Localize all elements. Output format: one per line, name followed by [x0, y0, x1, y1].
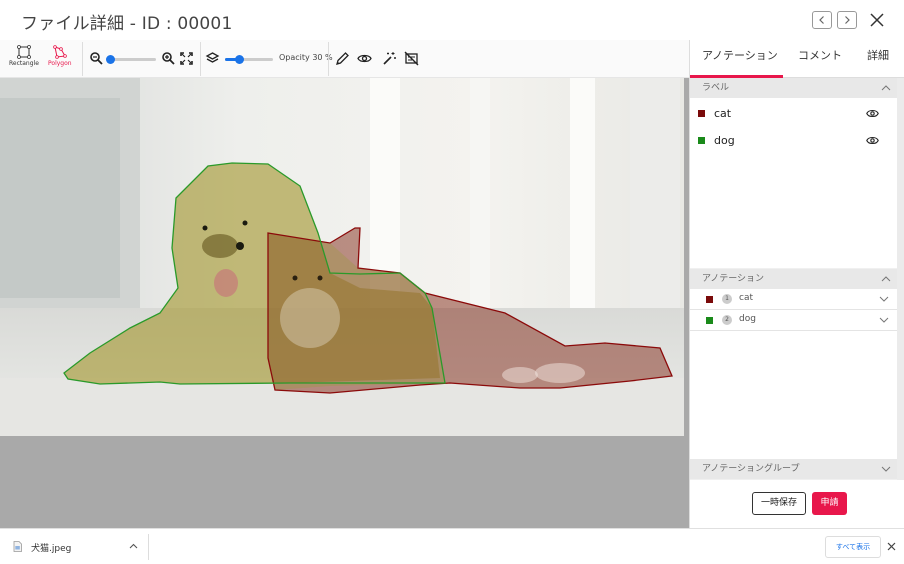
annotation-number: 1 — [722, 294, 732, 304]
eye-icon[interactable] — [866, 108, 879, 119]
chevron-down-icon[interactable] — [879, 294, 889, 304]
polygon-tool-label: Polygon — [48, 60, 72, 67]
pencil-icon[interactable] — [335, 51, 350, 66]
polygon-tool[interactable]: Polygon — [48, 44, 72, 67]
polygon-tool-icon — [52, 45, 67, 59]
page-title: ファイル詳細 - ID : 00001 — [21, 14, 233, 34]
annotation-color-swatch — [706, 296, 713, 303]
annotation-list: 1 cat 2 dog — [690, 289, 897, 459]
panel-tabs: アノテーション コメント 詳細 — [690, 40, 904, 78]
annotation-toolbar: Rectangle Polygon Opacity 30 % — [0, 40, 689, 78]
show-all-downloads-button[interactable]: すべて表示 — [825, 536, 881, 558]
annotation-item-cat[interactable]: 1 cat — [690, 289, 897, 310]
zoom-out-icon[interactable] — [89, 51, 104, 66]
tab-comments[interactable]: コメント — [798, 47, 842, 63]
eye-icon[interactable] — [866, 135, 879, 146]
chevron-up-icon[interactable] — [129, 542, 138, 551]
toolbar-divider — [200, 42, 201, 76]
magic-wand-icon[interactable] — [382, 51, 397, 66]
hide-labels-icon[interactable] — [404, 51, 419, 66]
panel-footer: 一時保存 申請 — [690, 480, 904, 528]
label-item-cat[interactable]: cat — [690, 100, 897, 127]
close-icon[interactable] — [869, 12, 885, 28]
close-icon[interactable] — [887, 542, 896, 551]
opacity-slider-knob[interactable] — [234, 55, 244, 64]
download-file-name[interactable]: 犬猫.jpeg — [31, 541, 71, 554]
rectangle-tool-label: Rectangle — [9, 60, 39, 67]
chevron-down-icon[interactable] — [879, 315, 889, 325]
annotation-groups-section-title: アノテーショングループ — [702, 464, 800, 474]
opacity-slider[interactable] — [225, 55, 273, 64]
rectangle-tool[interactable]: Rectangle — [9, 44, 39, 67]
annotations-section-header[interactable]: アノテーション — [690, 269, 897, 289]
tab-details[interactable]: 詳細 — [867, 47, 889, 63]
chevron-up-icon[interactable] — [881, 274, 891, 284]
label-color-swatch — [698, 137, 705, 144]
image-preview — [0, 78, 684, 436]
label-item-dog[interactable]: dog — [690, 127, 897, 154]
annotation-panel: アノテーション コメント 詳細 ラベル cat dog アノテーション 1 ca… — [689, 40, 904, 528]
panel-scrollbar[interactable] — [897, 78, 904, 480]
opacity-value: Opacity 30 % — [279, 53, 333, 62]
eye-icon[interactable] — [357, 51, 372, 66]
next-file-button[interactable] — [837, 11, 857, 29]
labels-section-title: ラベル — [702, 83, 730, 93]
annotation-item-dog[interactable]: 2 dog — [690, 310, 897, 331]
chevron-right-icon — [845, 16, 850, 24]
toolbar-divider — [82, 42, 83, 76]
prev-file-button[interactable] — [812, 11, 832, 29]
annotation-canvas[interactable] — [0, 78, 689, 528]
submit-button[interactable]: 申請 — [812, 492, 847, 515]
image-file-icon — [13, 541, 22, 552]
tab-annotations[interactable]: アノテーション — [702, 47, 778, 63]
annotations-section-title: アノテーション — [702, 274, 765, 284]
layers-icon[interactable] — [205, 51, 220, 66]
annotation-groups-section-header[interactable]: アノテーショングループ — [690, 459, 897, 479]
label-list: cat dog — [690, 98, 897, 268]
annotation-label: dog — [739, 314, 756, 324]
chevron-down-icon[interactable] — [881, 464, 891, 474]
zoom-in-icon[interactable] — [161, 51, 176, 66]
save-draft-button[interactable]: 一時保存 — [752, 492, 806, 515]
label-color-swatch — [698, 110, 705, 117]
label-name: cat — [714, 107, 732, 120]
labels-section-header[interactable]: ラベル — [690, 78, 897, 98]
annotation-label: cat — [739, 293, 753, 303]
zoom-slider-knob[interactable] — [105, 55, 115, 64]
chevron-left-icon — [819, 16, 824, 24]
rectangle-tool-icon — [17, 45, 31, 59]
fit-screen-icon[interactable] — [179, 51, 194, 66]
download-bar: 犬猫.jpeg すべて表示 — [0, 528, 904, 564]
annotation-number: 2 — [722, 315, 732, 325]
toolbar-divider — [328, 42, 329, 76]
annotation-color-swatch — [706, 317, 713, 324]
chevron-up-icon[interactable] — [881, 83, 891, 93]
label-name: dog — [714, 134, 735, 147]
header: ファイル詳細 - ID : 00001 — [0, 0, 904, 40]
zoom-slider[interactable] — [105, 55, 156, 64]
download-divider — [148, 534, 149, 560]
dog-cat-photo — [0, 78, 684, 436]
